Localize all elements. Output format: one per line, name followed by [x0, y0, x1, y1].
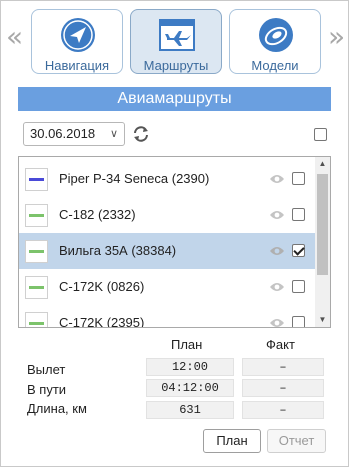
tab-models-label: Модели [251, 58, 299, 73]
prev-tabs-arrow[interactable]: « [6, 23, 23, 51]
route-color-swatch [25, 312, 48, 327]
route-name: C-172K (2395) [59, 315, 145, 328]
date-select-value: 30.06.2018 [30, 126, 96, 141]
section-title: Авиамаршруты [18, 87, 331, 111]
eye-icon[interactable] [269, 281, 285, 293]
routes-list: Piper P-34 Seneca (2390) C-182 (2332) Ви… [18, 156, 331, 328]
tab-navigation[interactable]: Навигация [31, 9, 123, 74]
route-row[interactable]: C-182 (2332) [19, 197, 315, 233]
route-color-swatch [25, 204, 48, 227]
date-select[interactable]: 30.06.2018 ∨ [23, 122, 125, 146]
route-checkbox[interactable] [292, 172, 305, 185]
route-color-swatch [25, 276, 48, 299]
eye-icon[interactable] [269, 317, 285, 328]
routes-scrollbar[interactable]: ▲ ▼ [315, 157, 330, 327]
route-checkbox[interactable] [292, 316, 305, 327]
compass-plane-icon [61, 18, 95, 52]
tab-routes[interactable]: Маршруты [130, 9, 222, 74]
scrollbar-thumb[interactable] [317, 174, 328, 275]
departure-plan-value: 12:00 [146, 358, 234, 376]
plan-column-header: План [171, 337, 203, 352]
model-shape-icon [259, 18, 293, 52]
route-row[interactable]: Вильга 35А (38384) [19, 233, 315, 269]
refresh-icon[interactable] [132, 125, 150, 143]
length-plan-value: 631 [146, 401, 234, 419]
route-checkbox[interactable] [292, 208, 305, 221]
route-name: C-172K (0826) [59, 279, 145, 294]
select-all-checkbox[interactable] [314, 128, 327, 141]
route-color-swatch [25, 168, 48, 191]
eye-icon[interactable] [269, 209, 285, 221]
tab-routes-label: Маршруты [143, 58, 209, 73]
airplane-window-icon [159, 19, 195, 51]
route-name: Вильга 35А (38384) [59, 243, 177, 258]
en-route-fact-value: – [242, 379, 324, 397]
route-name: C-182 (2332) [59, 207, 136, 222]
tab-models[interactable]: Модели [229, 9, 321, 74]
fact-column-header: Факт [266, 337, 295, 352]
next-tabs-arrow[interactable]: » [328, 23, 345, 51]
tab-navigation-label: Навигация [44, 58, 110, 73]
eye-icon[interactable] [269, 245, 285, 257]
routes-panel: « » Навигация Маршруты Модели Авиамаршру… [0, 0, 349, 467]
route-checkbox[interactable] [292, 280, 305, 293]
departure-label: Вылет [27, 362, 66, 377]
scroll-up-arrow-icon[interactable]: ▲ [315, 157, 330, 171]
route-row[interactable]: C-172K (2395) [19, 305, 315, 328]
plan-button[interactable]: План [203, 429, 261, 453]
chevron-down-icon: ∨ [109, 128, 118, 140]
en-route-label: В пути [27, 382, 67, 397]
route-row[interactable]: C-172K (0826) [19, 269, 315, 305]
scroll-down-arrow-icon[interactable]: ▼ [315, 313, 330, 327]
length-label: Длина, км [27, 401, 87, 416]
report-button[interactable]: Отчет [267, 429, 326, 453]
departure-fact-value: – [242, 358, 324, 376]
route-name: Piper P-34 Seneca (2390) [59, 171, 210, 186]
en-route-plan-value: 04:12:00 [146, 379, 234, 397]
length-fact-value: – [242, 401, 324, 419]
route-row[interactable]: Piper P-34 Seneca (2390) [19, 161, 315, 197]
eye-icon[interactable] [269, 173, 285, 185]
route-checkbox[interactable] [292, 244, 305, 257]
route-color-swatch [25, 240, 48, 263]
